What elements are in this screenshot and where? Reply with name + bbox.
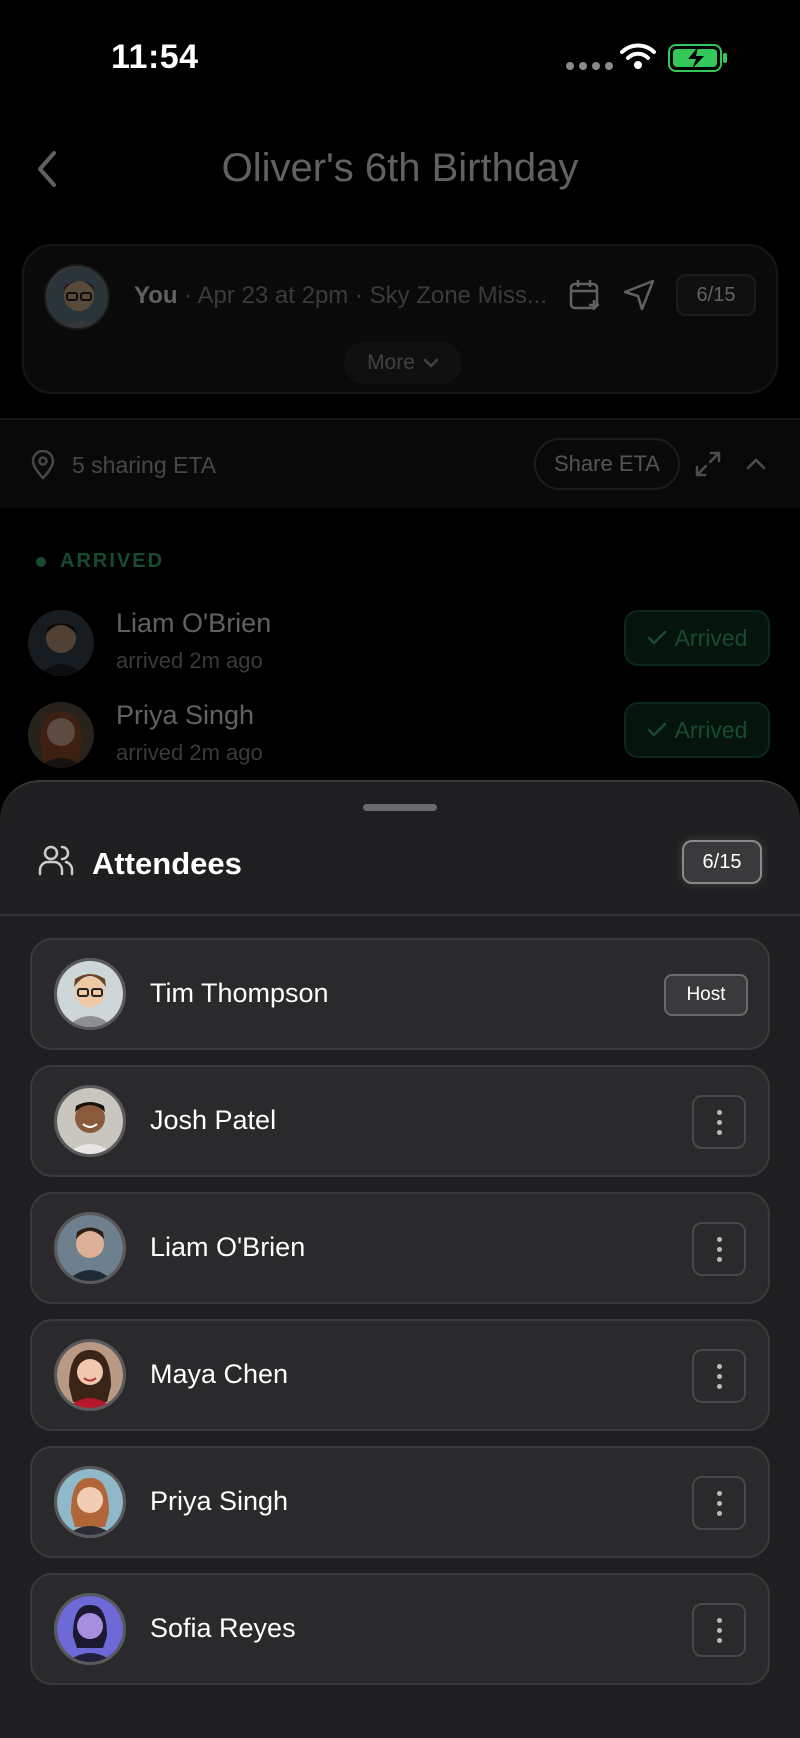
arrived-name: Priya Singh [116,700,255,730]
arrived-badge-label: Arrived [674,716,748,743]
avatar [54,1466,126,1538]
more-label: More [367,351,415,374]
more-button[interactable]: More [344,342,462,384]
divider [0,914,800,916]
avatar [28,610,94,676]
avatar [54,958,126,1030]
arrived-badge: Arrived [624,610,770,666]
attendee-row[interactable]: Josh Patel [30,1065,770,1177]
attendee-name: Priya Singh [150,1486,289,1516]
more-vertical-icon[interactable] [692,1222,746,1276]
arrived-time: arrived 2m ago [116,648,263,673]
arrived-badge-label: Arrived [674,624,748,651]
attendee-list: Tim Thompson Host Josh Patel Liam O'Brie… [30,938,770,1700]
avatar [54,1593,126,1665]
event-page-background: Oliver's 6th Birthday You · Apr 23 at 2p… [0,110,800,790]
avatar [54,1085,126,1157]
attendee-row[interactable]: Maya Chen [30,1319,770,1431]
attendee-name: Josh Patel [150,1105,277,1135]
attendee-row[interactable]: Priya Singh [30,1446,770,1558]
attendee-name: Tim Thompson [150,978,329,1008]
more-vertical-icon[interactable] [692,1476,746,1530]
eta-sharing-count: 5 sharing ETA [72,452,217,478]
attendee-row[interactable]: Tim Thompson Host [30,938,770,1050]
people-icon [38,845,74,876]
avatar [44,264,110,330]
wifi-icon [620,43,656,69]
event-details-text: · Apr 23 at 2pm · Sky Zone Miss... [177,282,548,309]
attendee-count-badge: 6/15 [682,840,762,884]
share-eta-button[interactable]: Share ETA [534,438,680,490]
arrived-heading: ARRIVED [36,550,164,573]
arrived-name: Liam O'Brien [116,608,272,638]
attendee-name: Liam O'Brien [150,1232,306,1262]
chevron-up-icon[interactable] [744,452,768,476]
attendees-sheet: Attendees 6/15 Tim Thompson Host Josh Pa… [0,780,800,1738]
host-badge: Host [664,974,748,1016]
map-pin-icon [31,450,55,480]
expand-icon[interactable] [694,450,722,478]
battery-charging-icon [668,44,727,72]
attendee-row[interactable]: Sofia Reyes [30,1573,770,1685]
sheet-grabber[interactable] [363,804,437,811]
attendee-row[interactable]: Liam O'Brien [30,1192,770,1304]
arrived-badge: Arrived [624,702,770,758]
attendee-name: Maya Chen [150,1359,289,1389]
status-time: 11:54 [111,38,199,76]
more-vertical-icon[interactable] [692,1603,746,1657]
you-label: You [134,282,178,309]
event-summary-card[interactable]: You · Apr 23 at 2pm · Sky Zone Miss... 6… [22,244,778,394]
arrived-heading-label: ARRIVED [60,550,165,572]
sheet-title: Attendees [92,846,242,881]
arrived-item: Priya Singh arrived 2m ago Arrived [0,696,800,776]
attendee-name: Sofia Reyes [150,1613,296,1643]
more-vertical-icon[interactable] [692,1349,746,1403]
signal-icon [566,62,613,70]
eta-bar: 5 sharing ETA Share ETA [0,420,800,508]
calendar-plus-icon[interactable] [568,278,602,312]
attendee-count-badge: 6/15 [676,274,756,316]
avatar [54,1339,126,1411]
event-details: You · Apr 23 at 2pm · Sky Zone Miss... [134,282,564,310]
check-icon [647,722,666,737]
avatar [28,702,94,768]
more-vertical-icon[interactable] [692,1095,746,1149]
arrived-time: arrived 2m ago [116,740,263,765]
avatar [54,1212,126,1284]
status-dot [36,556,46,567]
chevron-down-icon [423,358,439,368]
navigation-icon[interactable] [622,278,656,312]
page-title: Oliver's 6th Birthday [221,146,579,190]
status-bar: 11:54 [0,0,800,110]
check-icon [647,630,666,645]
arrived-item: Liam O'Brien arrived 2m ago Arrived [0,604,800,684]
